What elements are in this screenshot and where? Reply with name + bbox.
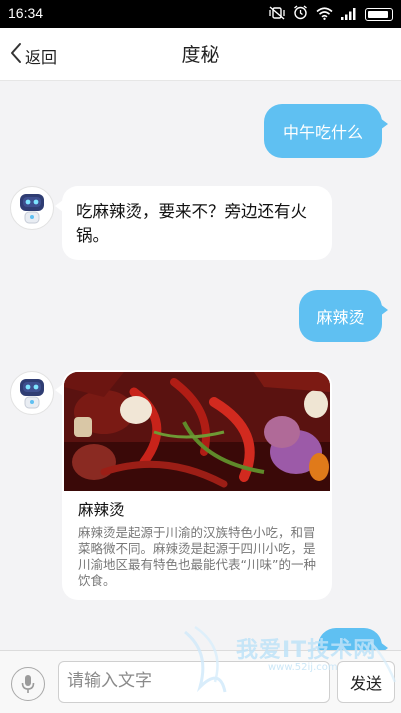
message-text: 麻辣烫 [316,308,365,327]
user-message[interactable]: 中午吃什么 [264,104,388,158]
bot-card-message[interactable]: 麻辣烫 麻辣烫是起源于川渝的汉族特色小吃，和冒菜略微不同。麻辣烫是起源于四川小吃… [55,370,332,600]
hot-pot-photo[interactable] [64,372,330,491]
message-text: 中午吃什么 [282,123,363,142]
status-icons [269,5,393,24]
status-time: 16:34 [8,5,44,21]
mute-vibrate-icon [269,5,285,24]
bot-avatar[interactable] [10,186,54,230]
signal-icon [341,5,357,24]
microphone-icon [20,674,36,698]
battery-icon [365,8,393,21]
header: 返回 度秘 [0,28,401,81]
message-input[interactable] [59,662,317,700]
card-description: 麻辣烫是起源于川渝的汉族特色小吃，和冒菜略微不同。麻辣烫是起源于四川小吃，是川渝… [78,525,316,588]
page-title: 度秘 [181,45,220,66]
message-input-box[interactable] [58,661,330,703]
alarm-icon [293,5,308,24]
card-title: 麻辣烫 [78,501,125,519]
user-message[interactable]: 麻辣烫 [299,290,388,342]
status-bar: 16:34 [0,0,401,28]
input-bar: 发送 [0,650,401,713]
send-button[interactable]: 发送 [337,661,395,703]
bot-message[interactable]: 吃麻辣烫，要来不？旁边还有火锅。 [55,186,332,260]
wifi-icon [316,5,333,24]
bot-avatar[interactable] [10,371,54,415]
voice-input-button[interactable] [11,667,45,701]
message-text: 吃麻辣烫，要来不？旁边还有火锅。 [76,202,307,245]
